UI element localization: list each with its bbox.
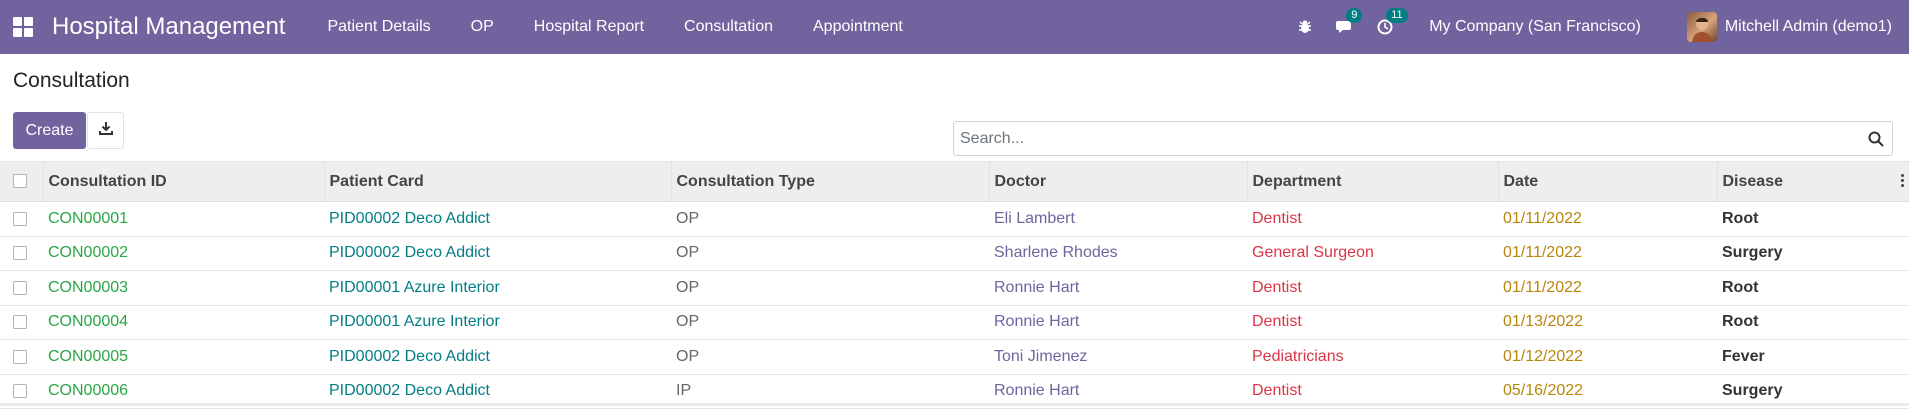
table-row[interactable]: CON00001 PID00002 Deco Addict OP Eli Lam…	[0, 202, 1909, 237]
doctor-cell[interactable]: Sharlene Rhodes	[989, 236, 1247, 271]
doctor-cell[interactable]: Eli Lambert	[989, 202, 1247, 237]
column-header-doctor[interactable]: Doctor	[989, 161, 1248, 202]
select-all-checkbox[interactable]	[13, 174, 27, 189]
list-view: Consultation ID Patient Card Consultatio…	[0, 161, 1909, 409]
department-cell[interactable]: Dentist	[1247, 271, 1498, 306]
search-icon[interactable]	[1860, 123, 1892, 155]
column-header-consultation-type[interactable]: Consultation Type	[671, 161, 990, 202]
avatar[interactable]	[1686, 12, 1717, 42]
doctor-cell[interactable]: Toni Jimenez	[989, 340, 1247, 375]
consultation-type-cell[interactable]: OP	[671, 236, 989, 271]
date-cell[interactable]: 01/11/2022	[1498, 236, 1717, 271]
chat-icon[interactable]: 9	[1335, 8, 1363, 37]
disease-cell[interactable]: Root	[1717, 271, 1909, 306]
patient-card-cell[interactable]: PID00002 Deco Addict	[324, 202, 671, 237]
disease-cell[interactable]: Fever	[1717, 340, 1909, 375]
row-checkbox[interactable]	[13, 384, 27, 399]
consultation-id-cell[interactable]: CON00005	[43, 340, 324, 375]
disease-cell[interactable]: Root	[1717, 305, 1909, 340]
table-header-row: Consultation ID Patient Card Consultatio…	[0, 161, 1909, 202]
table-row[interactable]: CON00004 PID00001 Azure Interior OP Ronn…	[0, 305, 1909, 340]
download-button[interactable]	[87, 112, 124, 149]
row-select-cell	[0, 202, 43, 237]
top-navbar: Hospital Management Patient Details OP H…	[0, 0, 1909, 54]
consultation-type-cell[interactable]: OP	[671, 271, 989, 306]
consultation-id-cell[interactable]: CON00003	[43, 271, 324, 306]
row-checkbox[interactable]	[13, 280, 27, 295]
date-cell[interactable]: 01/12/2022	[1498, 340, 1717, 375]
department-cell[interactable]: General Surgeon	[1247, 236, 1498, 271]
department-cell[interactable]: Dentist	[1247, 305, 1498, 340]
department-cell[interactable]: Dentist	[1247, 202, 1498, 237]
page-title: Consultation	[13, 69, 130, 92]
consultation-type-cell[interactable]: OP	[671, 305, 989, 340]
row-checkbox[interactable]	[13, 211, 27, 226]
patient-card-cell[interactable]: PID00002 Deco Addict	[324, 236, 671, 271]
date-cell[interactable]: 01/11/2022	[1498, 271, 1717, 306]
row-select-cell	[0, 305, 43, 340]
company-switcher[interactable]: My Company (San Francisco)	[1429, 18, 1641, 36]
bug-icon[interactable]	[1295, 17, 1315, 37]
row-select-cell	[0, 271, 43, 306]
row-checkbox[interactable]	[13, 349, 27, 364]
column-header-consultation-id[interactable]: Consultation ID	[43, 161, 325, 202]
column-header-disease[interactable]: Disease	[1717, 162, 1909, 202]
table-row[interactable]: CON00002 PID00002 Deco Addict OP Sharlen…	[0, 236, 1909, 271]
patient-card-cell[interactable]: PID00001 Azure Interior	[324, 271, 671, 306]
menu-item-appointment[interactable]: Appointment	[793, 18, 923, 36]
date-cell[interactable]: 01/11/2022	[1498, 202, 1717, 237]
menu-item-patient-details[interactable]: Patient Details	[307, 18, 450, 36]
disease-cell[interactable]: Surgery	[1717, 236, 1909, 271]
row-checkbox[interactable]	[13, 246, 27, 261]
consultation-id-cell[interactable]: CON00001	[43, 202, 324, 237]
download-icon	[98, 121, 113, 140]
column-header-department[interactable]: Department	[1247, 161, 1499, 202]
consultation-table: Consultation ID Patient Card Consultatio…	[0, 161, 1909, 409]
search-input[interactable]	[954, 129, 1860, 148]
doctor-cell[interactable]: Ronnie Hart	[989, 271, 1247, 306]
patient-card-cell[interactable]: PID00002 Deco Addict	[324, 340, 671, 375]
doctor-cell[interactable]: Ronnie Hart	[989, 305, 1247, 340]
column-header-date[interactable]: Date	[1498, 161, 1718, 202]
column-header-disease-label: Disease	[1722, 172, 1784, 190]
row-select-cell	[0, 340, 43, 375]
user-menu[interactable]: Mitchell Admin (demo1)	[1725, 18, 1892, 36]
table-row[interactable]: CON00005 PID00002 Deco Addict OP Toni Ji…	[0, 340, 1909, 375]
control-panel: Consultation Create Filters Group By ★ F…	[0, 54, 1909, 202]
list-footer-divider	[0, 403, 1909, 406]
consultation-type-cell[interactable]: OP	[671, 340, 989, 375]
row-select-cell	[0, 236, 43, 271]
department-cell[interactable]: Pediatricians	[1247, 340, 1498, 375]
column-header-patient-card[interactable]: Patient Card	[324, 161, 672, 202]
consultation-id-cell[interactable]: CON00002	[43, 236, 324, 271]
main-menu: Patient Details OP Hospital Report Consu…	[307, 18, 922, 36]
patient-card-cell[interactable]: PID00001 Azure Interior	[324, 305, 671, 340]
consultation-type-cell[interactable]: OP	[671, 202, 989, 237]
app-title[interactable]: Hospital Management	[52, 13, 285, 41]
messages-count-badge: 9	[1346, 8, 1363, 23]
search-box	[953, 121, 1893, 156]
apps-grid-icon[interactable]	[13, 17, 33, 37]
date-cell[interactable]: 01/13/2022	[1498, 305, 1717, 340]
table-body: CON00001 PID00002 Deco Addict OP Eli Lam…	[0, 202, 1909, 409]
create-button[interactable]: Create	[13, 112, 86, 149]
clock-icon[interactable]: 11	[1375, 8, 1408, 37]
select-all-cell	[0, 161, 44, 202]
table-row[interactable]: CON00003 PID00001 Azure Interior OP Ronn…	[0, 271, 1909, 306]
activities-count-badge: 11	[1386, 8, 1408, 23]
row-checkbox[interactable]	[13, 315, 27, 330]
menu-item-consultation[interactable]: Consultation	[664, 18, 793, 36]
menu-item-op[interactable]: OP	[451, 18, 514, 36]
consultation-id-cell[interactable]: CON00004	[43, 305, 324, 340]
menu-item-hospital-report[interactable]: Hospital Report	[514, 18, 664, 36]
systray: 9 11 My Company (San Francisco) Mitchell…	[1285, 0, 1909, 54]
kebab-icon[interactable]	[1901, 174, 1904, 187]
disease-cell[interactable]: Root	[1717, 202, 1909, 237]
